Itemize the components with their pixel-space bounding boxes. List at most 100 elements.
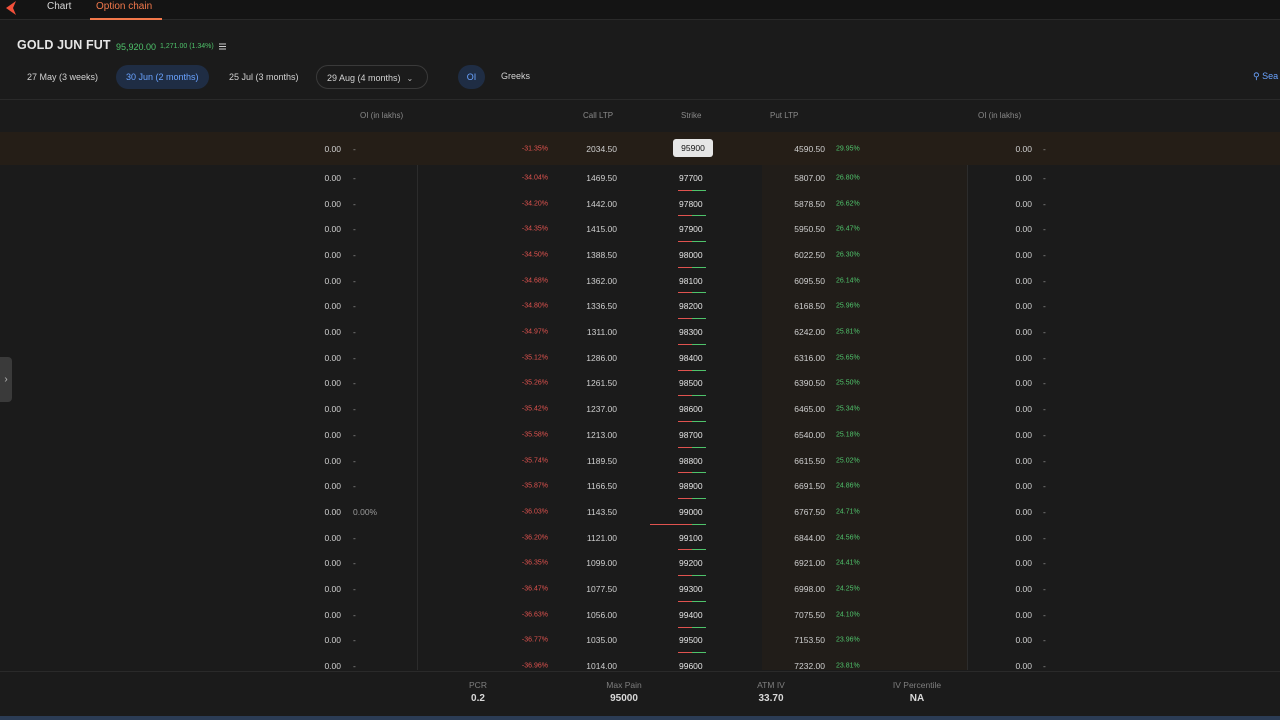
- call-oi-change: -: [353, 378, 356, 389]
- put-ltp[interactable]: 5807.00: [794, 173, 825, 183]
- put-oi-change: -: [1043, 198, 1046, 209]
- call-ltp[interactable]: 1469.50: [586, 173, 617, 183]
- call-ltp[interactable]: 1261.50: [586, 378, 617, 388]
- strike-price: 98900: [679, 481, 703, 492]
- logo-icon[interactable]: [4, 1, 20, 15]
- table-row[interactable]: 0.00- -34.97% 1311.00 98300 6242.00 25.81% 0.0…: [0, 319, 1280, 345]
- table-row[interactable]: 0.00 0.00% -36.03% 1143.50 99000 6767.50 24.71…: [0, 499, 1280, 525]
- call-oi: 0.00: [324, 532, 341, 543]
- call-ltp[interactable]: 1035.00: [586, 635, 617, 645]
- put-ltp-change: 26.14%: [836, 277, 860, 285]
- call-ltp[interactable]: 2034.50: [586, 144, 617, 154]
- table-row[interactable]: 0.00- -35.12% 1286.00 98400 6316.00 25.65% 0.0…: [0, 345, 1280, 371]
- put-oi: 0.00: [1015, 143, 1032, 154]
- table-row[interactable]: 0.00- -35.26% 1261.50 98500 6390.50 25.50% 0.0…: [0, 371, 1280, 397]
- table-row[interactable]: 0.00- -34.80% 1336.50 98200 6168.50 25.96% 0.0…: [0, 294, 1280, 320]
- put-ltp[interactable]: 6316.00: [794, 353, 825, 363]
- call-ltp[interactable]: 1143.50: [587, 507, 617, 517]
- table-row[interactable]: 0.00- -34.68% 1362.00 98100 6095.50 26.14% 0.0…: [0, 268, 1280, 294]
- call-ltp[interactable]: 1189.50: [587, 456, 617, 466]
- put-oi: 0.00: [1015, 429, 1032, 440]
- table-row[interactable]: 0.00- -36.20% 1121.00 99100 6844.00 24.56% 0.0…: [0, 525, 1280, 551]
- table-row[interactable]: 0.00- -36.35% 1099.00 99200 6921.00 24.41% 0.0…: [0, 551, 1280, 577]
- put-ltp[interactable]: 7232.00: [794, 661, 825, 670]
- menu-icon[interactable]: [219, 43, 226, 50]
- call-oi-change: -: [353, 609, 356, 620]
- table-row[interactable]: 0.00- -34.50% 1388.50 98000 6022.50 26.30% 0.0…: [0, 242, 1280, 268]
- put-ltp[interactable]: 6615.50: [794, 456, 825, 466]
- put-ltp[interactable]: 7153.50: [794, 635, 825, 645]
- call-ltp[interactable]: 1388.50: [586, 250, 617, 260]
- table-row[interactable]: 0.00- -36.77% 1035.00 99500 7153.50 23.96% 0.0…: [0, 628, 1280, 654]
- table-row[interactable]: 0.00- -35.74% 1189.50 98800 6615.50 25.02% 0.0…: [0, 448, 1280, 474]
- table-row[interactable]: 0.00- -36.63% 1056.00 99400 7075.50 24.10% 0.0…: [0, 602, 1280, 628]
- put-oi: 0.00: [1015, 172, 1032, 183]
- put-oi: 0.00: [1015, 301, 1032, 312]
- put-ltp-change: 24.10%: [836, 611, 860, 619]
- call-ltp[interactable]: 1166.50: [587, 481, 617, 491]
- call-ltp[interactable]: 1213.00: [586, 430, 617, 440]
- table-row[interactable]: 0.00- -34.04% 1469.50 97700 5807.00 26.80% 0.0…: [0, 165, 1280, 191]
- tab-option-chain[interactable]: Option chain: [90, 1, 162, 20]
- tab-chart[interactable]: Chart: [47, 1, 71, 20]
- put-ltp[interactable]: 6691.50: [794, 481, 825, 491]
- put-ltp[interactable]: 6390.50: [794, 378, 825, 388]
- put-ltp-change: 25.50%: [836, 379, 860, 387]
- call-ltp-change: -34.35%: [521, 225, 548, 233]
- call-ltp-change: -36.63%: [521, 611, 548, 619]
- table-row[interactable]: 0.00- -36.47% 1077.50 99300 6998.00 24.25% 0.0…: [0, 576, 1280, 602]
- atm-strike[interactable]: 95900: [673, 139, 713, 157]
- call-ltp[interactable]: 1415.00: [586, 224, 617, 234]
- call-oi-change: -: [353, 661, 356, 670]
- call-ltp-change: -35.58%: [521, 431, 548, 439]
- oi-toggle[interactable]: OI: [458, 65, 485, 89]
- call-ltp[interactable]: 1077.50: [586, 584, 617, 594]
- strike-price: 99600: [679, 661, 703, 670]
- call-ltp[interactable]: 1336.50: [586, 301, 617, 311]
- expand-sidebar-button[interactable]: ›: [0, 357, 12, 402]
- call-ltp[interactable]: 1099.00: [586, 558, 617, 568]
- put-ltp[interactable]: 6921.00: [794, 558, 825, 568]
- put-ltp[interactable]: 6540.00: [794, 430, 825, 440]
- put-ltp-change: 24.41%: [836, 559, 860, 567]
- greeks-toggle[interactable]: Greeks: [501, 71, 530, 81]
- put-ltp[interactable]: 6168.50: [794, 301, 825, 311]
- table-row[interactable]: 0.00- -35.42% 1237.00 98600 6465.00 25.34% 0.0…: [0, 396, 1280, 422]
- call-ltp[interactable]: 1237.00: [586, 404, 617, 414]
- put-oi-change: -: [1043, 327, 1046, 338]
- put-ltp[interactable]: 5950.50: [794, 224, 825, 234]
- table-row[interactable]: 0.00- -31.35% 2034.50 95900 4590.50 29.95% 0.0…: [0, 132, 1280, 165]
- put-oi: 0.00: [1015, 198, 1032, 209]
- table-row[interactable]: 0.00- -34.20% 1442.00 97800 5878.50 26.62% 0.0…: [0, 191, 1280, 217]
- col-put-ltp: Put LTP: [770, 111, 799, 120]
- put-ltp[interactable]: 6844.00: [794, 533, 825, 543]
- put-ltp[interactable]: 6767.50: [794, 507, 825, 517]
- table-row[interactable]: 0.00- -34.35% 1415.00 97900 5950.50 26.47% 0.0…: [0, 216, 1280, 243]
- put-ltp[interactable]: 6022.50: [794, 250, 825, 260]
- put-ltp[interactable]: 6242.00: [794, 327, 825, 337]
- put-ltp-change: 24.86%: [836, 482, 860, 490]
- expiry-30-jun[interactable]: 30 Jun (2 months): [116, 65, 209, 89]
- put-ltp[interactable]: 6465.00: [794, 404, 825, 414]
- search-button[interactable]: ⚲ Sea: [1253, 71, 1278, 82]
- expiry-dropdown[interactable]: 29 Aug (4 months) ⌄: [316, 65, 428, 89]
- put-ltp[interactable]: 4590.50: [794, 144, 825, 154]
- expiry-25-jul[interactable]: 25 Jul (3 months): [219, 65, 309, 89]
- put-ltp[interactable]: 5878.50: [794, 199, 825, 209]
- table-row[interactable]: 0.00- -35.87% 1166.50 98900 6691.50 24.86% 0.0…: [0, 473, 1280, 500]
- call-oi-change: -: [353, 172, 356, 183]
- call-ltp[interactable]: 1121.00: [587, 533, 617, 543]
- call-ltp[interactable]: 1311.00: [587, 327, 617, 337]
- expiry-27-may[interactable]: 27 May (3 weeks): [17, 65, 108, 89]
- put-ltp[interactable]: 6095.50: [794, 276, 825, 286]
- call-ltp[interactable]: 1362.00: [586, 276, 617, 286]
- call-ltp[interactable]: 1056.00: [586, 610, 617, 620]
- call-ltp[interactable]: 1442.00: [586, 199, 617, 209]
- put-ltp[interactable]: 7075.50: [794, 610, 825, 620]
- put-oi-change: -: [1043, 275, 1046, 286]
- call-ltp[interactable]: 1286.00: [586, 353, 617, 363]
- table-row[interactable]: 0.00 - -36.96% 1014.00 99600 7232.00 23.81% 0.0…: [0, 653, 1280, 670]
- call-ltp[interactable]: 1014.00: [586, 661, 617, 670]
- table-row[interactable]: 0.00- -35.58% 1213.00 98700 6540.00 25.18% 0.0…: [0, 422, 1280, 448]
- put-ltp[interactable]: 6998.00: [794, 584, 825, 594]
